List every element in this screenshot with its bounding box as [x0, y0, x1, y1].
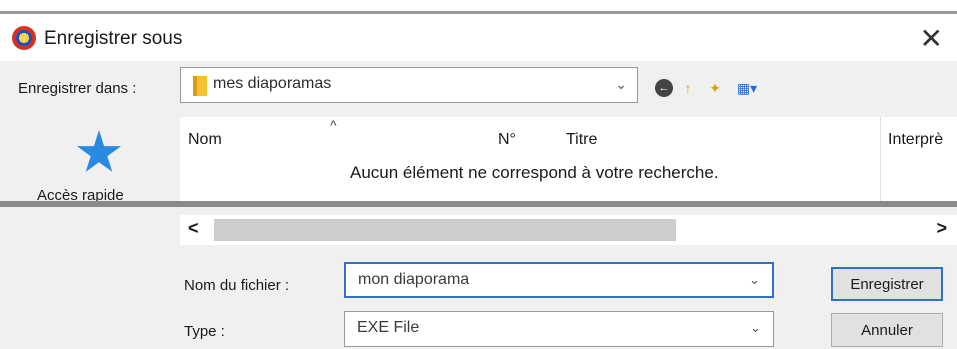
close-icon[interactable]: ✕ — [920, 22, 943, 55]
app-icon — [12, 26, 36, 50]
places-bar-lower — [0, 207, 180, 349]
current-folder: mes diaporamas — [213, 75, 332, 92]
scroll-thumb[interactable] — [214, 219, 676, 241]
chevron-down-icon[interactable]: ⌄ — [749, 272, 760, 288]
filename-input[interactable]: mon diaporama ⌄ — [344, 262, 774, 298]
chevron-down-icon[interactable]: ⌄ — [615, 76, 627, 93]
column-separator[interactable] — [880, 117, 881, 202]
save-in-label: Enregistrer dans : — [18, 80, 137, 97]
scroll-left-icon[interactable]: < — [188, 218, 199, 239]
filename-value[interactable]: mon diaporama — [358, 271, 469, 289]
column-header-titre[interactable]: Titre — [566, 131, 597, 149]
view-menu-icon[interactable]: ▦▾ — [734, 79, 760, 97]
column-header-interprete[interactable]: Interprè — [888, 131, 943, 149]
file-list[interactable]: Nom ^ N° Titre Interprè Aucun élément ne… — [180, 117, 957, 202]
window-title: Enregistrer sous — [44, 28, 183, 49]
empty-list-message: Aucun élément ne correspond à votre rech… — [350, 163, 719, 182]
folder-icon — [193, 76, 207, 96]
type-select[interactable]: EXE File ⌄ — [344, 311, 774, 347]
type-label: Type : — [184, 323, 225, 340]
chevron-down-icon[interactable]: ⌄ — [750, 320, 761, 336]
up-folder-icon[interactable]: ↑ — [681, 79, 695, 97]
save-button[interactable]: Enregistrer — [831, 267, 943, 301]
save-in-combobox[interactable]: mes diaporamas ⌄ — [180, 67, 638, 103]
title-bar: Enregistrer sous ✕ — [0, 17, 957, 61]
filename-label: Nom du fichier : — [184, 277, 290, 294]
column-header-numero[interactable]: N° — [498, 131, 516, 149]
sort-ascending-icon: ^ — [330, 117, 337, 133]
save-in-row: Enregistrer dans : mes diaporamas ⌄ ← ↑ … — [0, 61, 957, 117]
star-icon[interactable] — [76, 130, 122, 172]
new-folder-icon[interactable]: ✦ — [706, 79, 724, 97]
scroll-right-icon[interactable]: > — [936, 218, 947, 239]
cancel-button[interactable]: Annuler — [831, 313, 943, 347]
column-header-nom[interactable]: Nom — [188, 131, 222, 149]
file-options-panel: < > Nom du fichier : mon diaporama ⌄ Enr… — [180, 207, 957, 349]
back-icon[interactable]: ← — [655, 79, 673, 97]
type-value: EXE File — [357, 319, 420, 336]
horizontal-scrollbar[interactable]: < > — [180, 215, 957, 245]
window-top-edge — [0, 0, 957, 14]
